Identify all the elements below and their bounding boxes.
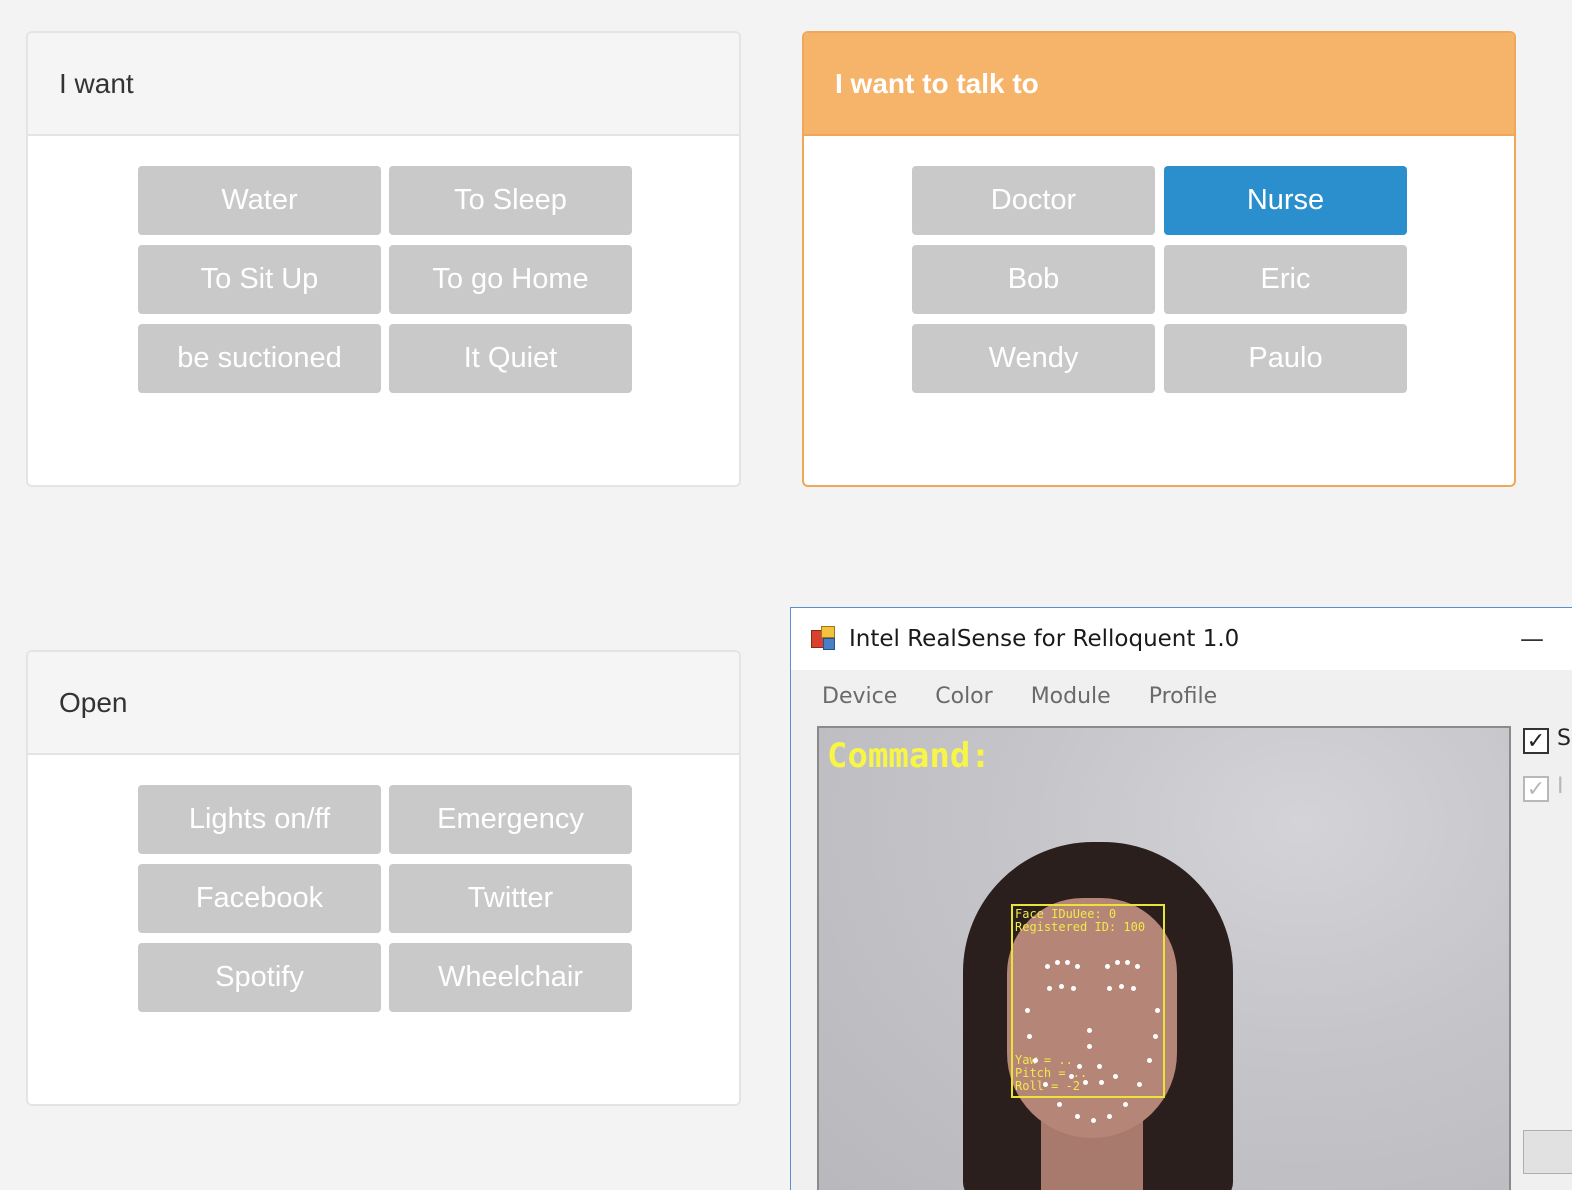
- menu-device[interactable]: Device: [822, 684, 897, 709]
- checkbox-1[interactable]: ✓: [1523, 728, 1549, 754]
- pose-text: Yaw = .. Pitch = .. Roll = -2: [1015, 1053, 1088, 1093]
- checkbox-1-label: S: [1557, 726, 1571, 751]
- i-want-panel-title: I want: [28, 33, 739, 136]
- spotify-button[interactable]: Spotify: [138, 943, 381, 1012]
- be-suctioned-button[interactable]: be suctioned: [138, 324, 381, 393]
- facebook-button[interactable]: Facebook: [138, 864, 381, 933]
- talk-to-panel-title: I want to talk to: [804, 33, 1514, 136]
- water-button[interactable]: Water: [138, 166, 381, 235]
- realsense-titlebar[interactable]: Intel RealSense for Relloquent 1.0 —: [791, 608, 1572, 670]
- lights-button[interactable]: Lights on/ff: [138, 785, 381, 854]
- i-want-panel: I want Water To Sleep To Sit Up To go Ho…: [26, 31, 741, 487]
- talk-to-panel: I want to talk to Doctor Nurse Bob Eric …: [802, 31, 1516, 487]
- emergency-button[interactable]: Emergency: [389, 785, 632, 854]
- command-label: Command:: [827, 736, 991, 776]
- realsense-side-controls: ✓ S ✓ I: [1521, 726, 1572, 1190]
- open-panel: Open Lights on/ff Emergency Facebook Twi…: [26, 650, 741, 1106]
- checkbox-2-label: I: [1557, 774, 1564, 799]
- menu-bar: Device Color Module Profile: [791, 670, 1572, 722]
- face-id-text: Face IDuUee: 0 Registered ID: 100: [1015, 907, 1146, 934]
- open-panel-title: Open: [28, 652, 739, 755]
- menu-color[interactable]: Color: [935, 684, 992, 709]
- side-button[interactable]: [1523, 1130, 1572, 1174]
- minimize-icon[interactable]: —: [1519, 608, 1545, 670]
- app-icon: [811, 626, 837, 652]
- to-sit-up-button[interactable]: To Sit Up: [138, 245, 381, 314]
- twitter-button[interactable]: Twitter: [389, 864, 632, 933]
- doctor-button[interactable]: Doctor: [912, 166, 1155, 235]
- realsense-window: Intel RealSense for Relloquent 1.0 — Dev…: [790, 607, 1572, 1190]
- wendy-button[interactable]: Wendy: [912, 324, 1155, 393]
- menu-module[interactable]: Module: [1031, 684, 1111, 709]
- nurse-button[interactable]: Nurse: [1164, 166, 1407, 235]
- it-quiet-button[interactable]: It Quiet: [389, 324, 632, 393]
- window-title: Intel RealSense for Relloquent 1.0: [849, 626, 1240, 652]
- wheelchair-button[interactable]: Wheelchair: [389, 943, 632, 1012]
- menu-profile[interactable]: Profile: [1149, 684, 1217, 709]
- eric-button[interactable]: Eric: [1164, 245, 1407, 314]
- to-sleep-button[interactable]: To Sleep: [389, 166, 632, 235]
- camera-feed: Command: Face IDuUee: 0 Registered ID: 1…: [817, 726, 1511, 1190]
- paulo-button[interactable]: Paulo: [1164, 324, 1407, 393]
- bob-button[interactable]: Bob: [912, 245, 1155, 314]
- checkbox-2[interactable]: ✓: [1523, 776, 1549, 802]
- to-go-home-button[interactable]: To go Home: [389, 245, 632, 314]
